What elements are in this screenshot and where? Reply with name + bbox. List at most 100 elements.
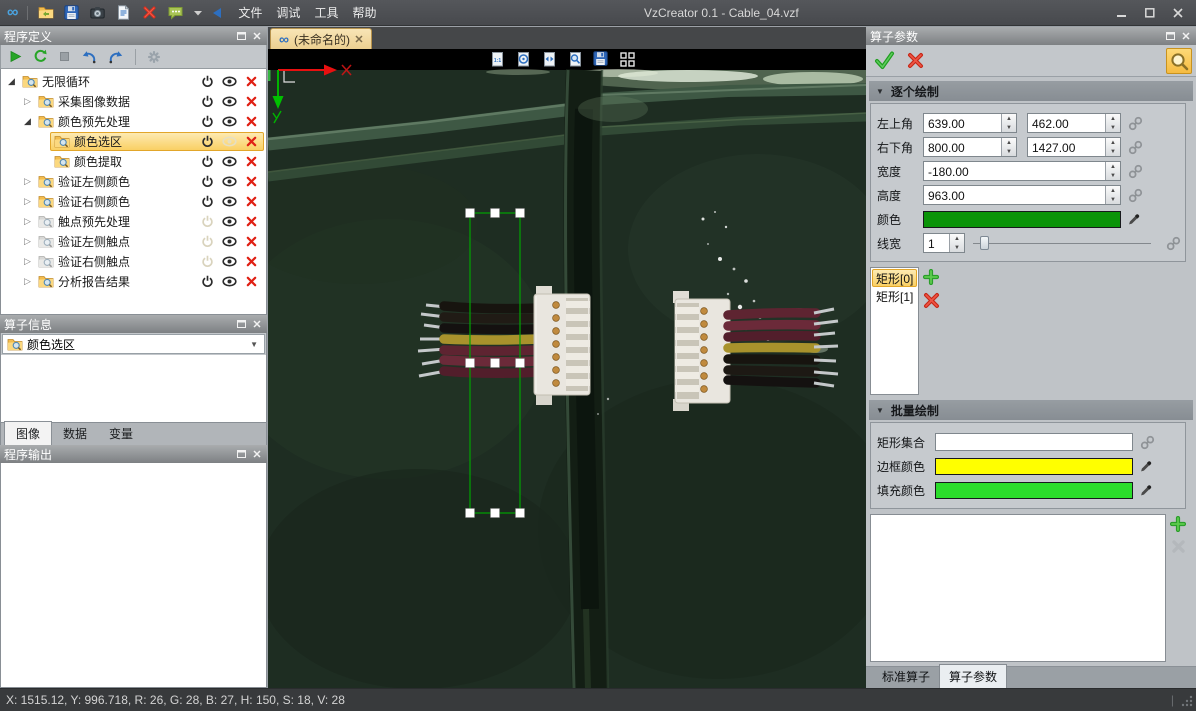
menu-1[interactable]: 调试 [269,4,307,21]
shape-list[interactable]: 矩形[0]矩形[1] [870,267,919,395]
eye-icon[interactable] [220,176,238,187]
delete-icon[interactable] [242,96,260,107]
rect-set-input[interactable] [935,433,1133,451]
power-icon[interactable] [198,95,216,108]
tree-item-4[interactable]: 颜色提取 [1,151,266,171]
undo-button[interactable] [81,50,97,64]
info-tab-1[interactable]: 数据 [52,422,98,445]
comment-icon[interactable] [167,4,184,21]
expand-arrow-icon[interactable]: ◢ [21,116,34,127]
panel-close-button[interactable] [250,30,263,43]
eye-icon[interactable] [220,196,238,207]
delete-icon[interactable] [242,76,260,87]
tree-item-6[interactable]: ▷验证右侧颜色 [1,191,266,211]
minimize-button[interactable] [1108,3,1136,23]
tab-close-icon[interactable] [355,35,363,43]
width-spinner[interactable]: -180.00 ▲▼ [923,161,1121,181]
delete-icon[interactable] [242,276,260,287]
menu-2[interactable]: 工具 [307,4,345,21]
delete-icon[interactable] [242,176,260,187]
bottomright-x-spinner[interactable]: 800.00 ▲▼ [923,137,1017,157]
link-icon[interactable] [1128,188,1143,203]
maximize-button[interactable] [1136,3,1164,23]
power-icon[interactable] [198,155,216,168]
panel-close-button[interactable] [1179,30,1192,43]
delete-icon[interactable] [242,156,260,167]
draw-color-swatch[interactable] [923,211,1121,228]
eyedropper-icon[interactable] [1128,212,1141,226]
tree-item-10[interactable]: ▷分析报告结果 [1,271,266,291]
chevron-down-icon[interactable]: ▼ [250,340,260,349]
eyedropper-icon[interactable] [1140,459,1153,473]
info-tab-2[interactable]: 变量 [98,422,144,445]
link-icon[interactable] [1140,435,1155,450]
delete-icon[interactable] [242,196,260,207]
eye-icon[interactable] [220,136,238,147]
pan-icon[interactable] [515,51,532,68]
save-image-icon[interactable] [593,51,610,68]
eye-icon[interactable] [220,76,238,87]
eye-icon[interactable] [220,116,238,127]
link-icon[interactable] [1166,236,1181,251]
camera-icon[interactable] [89,4,106,21]
power-icon[interactable] [198,115,216,128]
panel-close-button[interactable] [250,318,263,331]
expand-arrow-icon[interactable]: ▷ [21,236,34,247]
border-color-swatch[interactable] [935,458,1133,475]
height-spinner[interactable]: 963.00 ▲▼ [923,185,1121,205]
remove-batch-button[interactable] [1171,539,1186,554]
panel-float-button[interactable] [235,318,248,331]
power-icon[interactable] [198,195,216,208]
power-icon[interactable] [198,235,216,248]
power-icon[interactable] [198,255,216,268]
run-button[interactable] [9,50,22,63]
menu-0[interactable]: 文件 [231,4,269,21]
delete-icon[interactable] [242,236,260,247]
resize-grip[interactable] [1180,694,1193,707]
info-tab-0[interactable]: 图像 [4,421,52,445]
expand-arrow-icon[interactable]: ▷ [21,196,34,207]
eye-icon[interactable] [220,236,238,247]
viewer-tab[interactable]: ∞ (未命名的) [270,28,372,49]
remove-shape-button[interactable] [923,292,940,309]
magnifier-toggle-button[interactable] [1166,48,1192,74]
eye-icon[interactable] [220,96,238,107]
topleft-x-spinner[interactable]: 639.00 ▲▼ [923,113,1017,133]
expand-arrow-icon[interactable]: ▷ [21,176,34,187]
link-icon[interactable] [1128,140,1143,155]
save-icon[interactable] [63,4,80,21]
fit-window-icon[interactable] [541,51,558,68]
document-icon[interactable] [115,4,132,21]
section-single-draw[interactable]: ▼ 逐个绘制 [869,81,1193,101]
cancel-x-button[interactable] [907,52,924,69]
linewidth-spinner[interactable]: 1 ▲▼ [923,233,965,253]
image-canvas[interactable]: 1:1 [268,49,866,689]
stop-button[interactable] [59,51,70,62]
eye-icon[interactable] [220,276,238,287]
expand-arrow-icon[interactable]: ◢ [5,76,18,87]
redo-button[interactable] [108,50,124,64]
delete-red-x-icon[interactable] [141,4,158,21]
add-shape-button[interactable] [923,269,939,285]
panel-float-button[interactable] [1164,30,1177,43]
tree-item-5[interactable]: ▷验证左侧颜色 [1,171,266,191]
eye-icon[interactable] [220,216,238,227]
delete-icon[interactable] [242,216,260,227]
topleft-y-spinner[interactable]: 462.00 ▲▼ [1027,113,1121,133]
menu-3[interactable]: 帮助 [345,4,383,21]
delete-icon[interactable] [242,136,260,147]
fullscreen-icon[interactable] [619,51,636,68]
eye-icon[interactable] [220,156,238,167]
section-batch-draw[interactable]: ▼ 批量绘制 [869,400,1193,420]
power-icon[interactable] [198,275,216,288]
operator-selector-combobox[interactable]: 颜色选区 ▼ [2,334,265,354]
eye-icon[interactable] [220,256,238,267]
close-button[interactable] [1164,3,1192,23]
delete-icon[interactable] [242,256,260,267]
power-icon[interactable] [198,75,216,88]
tree-item-9[interactable]: ▷验证右侧触点 [1,251,266,271]
panel-float-button[interactable] [235,448,248,461]
settings-gear-icon[interactable] [147,50,161,64]
shape-list-item-1[interactable]: 矩形[1] [872,287,917,305]
panel-float-button[interactable] [235,30,248,43]
